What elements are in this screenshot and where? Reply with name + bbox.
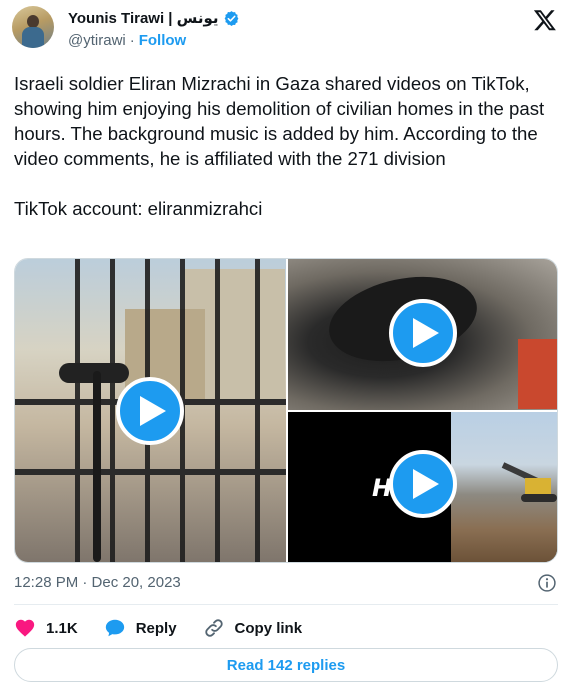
action-bar: 1.1K Reply Copy link <box>14 614 328 642</box>
follow-button[interactable]: Follow <box>139 32 187 49</box>
x-logo-icon[interactable] <box>533 8 557 32</box>
tweet-body: Israeli soldier Eliran Mizrachi in Gaza … <box>14 73 545 169</box>
verified-badge-icon <box>224 10 238 26</box>
tweet-card: Younis Tirawi | يونس @ytirawi · Follow I… <box>0 0 571 699</box>
play-button[interactable] <box>389 450 457 518</box>
video-thumbnail-1[interactable] <box>15 259 286 562</box>
video-thumbnail-3[interactable]: H CK <box>288 412 557 562</box>
tweet-text: Israeli soldier Eliran Mizrachi in Gaza … <box>14 71 554 221</box>
like-count: 1.1K <box>46 619 78 637</box>
author-name[interactable]: Younis Tirawi | يونس <box>68 9 219 27</box>
timestamp[interactable]: 12:28 PM · Dec 20, 2023 <box>14 574 181 591</box>
info-icon[interactable] <box>537 573 557 593</box>
author-handle-row: @ytirawi · Follow <box>68 32 186 49</box>
rail <box>15 469 286 475</box>
reply-label: Reply <box>135 619 177 637</box>
author-name-row: Younis Tirawi | يونس <box>68 9 240 27</box>
link-icon <box>204 619 223 637</box>
copy-link-button[interactable]: Copy link <box>203 617 303 639</box>
divider <box>14 604 558 605</box>
tweet-tiktok-account: TikTok account: eliranmizrahci <box>14 198 263 219</box>
play-button[interactable] <box>116 377 184 445</box>
reply-bubble-icon <box>105 619 124 637</box>
play-icon <box>413 469 439 499</box>
avatar[interactable] <box>12 6 54 48</box>
video-thumbnail-2[interactable] <box>288 259 557 410</box>
author-handle[interactable]: @ytirawi <box>68 32 126 49</box>
read-replies-button[interactable]: Read 142 replies <box>14 648 558 682</box>
excavator-image <box>501 460 557 504</box>
media-grid: H CK <box>14 258 558 563</box>
red-shape <box>518 339 557 409</box>
copy-link-label: Copy link <box>234 619 303 637</box>
play-icon <box>140 396 166 426</box>
pole <box>93 371 101 562</box>
play-button[interactable] <box>389 299 457 367</box>
separator: · <box>129 32 135 49</box>
reply-button[interactable]: Reply <box>104 617 177 639</box>
play-icon <box>413 318 439 348</box>
heart-icon <box>15 619 35 637</box>
like-button[interactable]: 1.1K <box>14 617 78 639</box>
